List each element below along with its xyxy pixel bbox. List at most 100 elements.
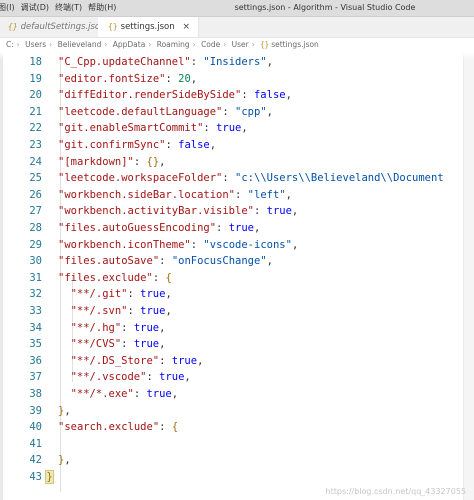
- code-line[interactable]: 32 "**/.git": true,: [0, 286, 474, 302]
- chevron-right-icon: ›: [16, 40, 20, 49]
- line-number: 43: [29, 471, 42, 483]
- breadcrumb-item[interactable]: Code: [201, 40, 220, 49]
- code-token: ,: [171, 388, 179, 400]
- code-line[interactable]: 19 "editor.fontSize": 20,: [0, 71, 474, 87]
- line-number: 23: [29, 139, 42, 151]
- code-token: :: [190, 238, 204, 251]
- code-token: "leetcode.defaultLanguage": [58, 105, 223, 118]
- code-line[interactable]: 21 "leetcode.defaultLanguage": "cpp",: [0, 104, 474, 120]
- code-line[interactable]: 30 "files.autoSave": "onFocusChange",: [0, 253, 474, 269]
- code-text: "leetcode.defaultLanguage": "cpp",: [58, 104, 273, 120]
- code-token: ,: [159, 338, 166, 351]
- code-token: :: [121, 338, 134, 351]
- code-token: ,: [266, 255, 273, 268]
- code-token: false: [178, 139, 210, 151]
- code-token: ,: [165, 305, 172, 317]
- code-token: true: [133, 338, 160, 351]
- code-line[interactable]: 42},: [0, 452, 474, 468]
- close-icon[interactable]: ×: [182, 17, 190, 37]
- tab-bar: {} defaultSettings.json {} settings.json ×: [0, 17, 474, 38]
- code-line[interactable]: 33 "**/.svn": true,: [0, 303, 474, 319]
- code-token: "**/.svn": [70, 305, 128, 317]
- code-text: },: [58, 452, 71, 468]
- code-line[interactable]: 41: [0, 436, 474, 452]
- code-token: true: [140, 288, 166, 301]
- code-line[interactable]: 43}: [0, 469, 474, 485]
- breadcrumb-item[interactable]: Roaming: [157, 40, 190, 49]
- line-number: 30: [29, 255, 42, 268]
- breadcrumb-item[interactable]: C:: [6, 40, 14, 49]
- line-number: 42: [29, 454, 42, 467]
- code-token: "vscode-icons": [203, 238, 292, 251]
- breadcrumb-item[interactable]: settings.json: [271, 40, 319, 49]
- code-token: "leetcode.workspaceFolder": [58, 172, 223, 185]
- code-editor[interactable]: 18 "C_Cpp.updateChannel": "Insiders", 19 "e…: [0, 52, 474, 500]
- code-token: ,: [165, 288, 172, 301]
- breadcrumb-item[interactable]: AppData: [113, 40, 146, 49]
- code-line[interactable]: 20 "diffEditor.renderSideBySide": false,: [0, 87, 474, 103]
- code-token: ,: [291, 205, 299, 218]
- breadcrumb: C: › Users › Believeland › AppData › Roaming…: [0, 38, 474, 52]
- code-text: "[markdown]": {},: [58, 154, 166, 170]
- chevron-right-icon: ›: [192, 40, 196, 49]
- code-text: "git.enableSmartCommit": true,: [58, 120, 248, 136]
- code-token: ,: [254, 222, 261, 234]
- code-token: ,: [159, 155, 166, 168]
- code-token: "**/CVS": [70, 338, 122, 351]
- line-number: 25: [29, 172, 42, 185]
- code-token: :: [121, 321, 134, 334]
- code-text: "search.exclude": {: [58, 419, 178, 435]
- breadcrumb-item[interactable]: Believeland: [58, 40, 102, 49]
- code-line[interactable]: 39},: [0, 403, 474, 419]
- code-line[interactable]: 27 "workbench.activityBar.visible": true,: [0, 203, 474, 219]
- window-title: settings.json - Algorithm - Visual Studi…: [234, 3, 416, 12]
- tab-default-settings[interactable]: {} defaultSettings.json: [0, 17, 106, 37]
- code-line[interactable]: 37 "**/.vscode": true,: [0, 369, 474, 385]
- code-line[interactable]: 24 "[markdown]": {},: [0, 154, 474, 170]
- tab-settings[interactable]: {} settings.json ×: [98, 17, 199, 37]
- line-number: 33: [29, 305, 42, 317]
- code-text: "**/CVS": true,: [71, 336, 166, 352]
- line-number: 35: [29, 338, 42, 351]
- code-text: "C_Cpp.updateChannel": "Insiders",: [58, 54, 273, 70]
- line-number: 41: [29, 437, 42, 450]
- code-line[interactable]: 31 "files.exclude": {: [0, 270, 474, 286]
- code-token: true: [159, 371, 185, 384]
- code-token: :: [241, 89, 254, 102]
- code-text: "files.autoGuessEncoding": true,: [58, 220, 260, 236]
- code-text: "editor.fontSize": 20,: [58, 71, 197, 87]
- code-token: :: [222, 172, 236, 185]
- code-token: ,: [241, 122, 248, 135]
- code-text: "git.confirmSync": false,: [58, 137, 216, 153]
- line-number: 24: [29, 155, 42, 168]
- code-token: {: [165, 271, 172, 284]
- code-line[interactable]: 26 "workbench.sideBar.location": "left",: [0, 187, 474, 203]
- code-token: "**/.git": [70, 288, 128, 301]
- code-line[interactable]: 35 "**/CVS": true,: [0, 336, 474, 352]
- code-line[interactable]: 22 "git.enableSmartCommit": true,: [0, 120, 474, 136]
- code-token: true: [171, 354, 198, 367]
- code-line[interactable]: 36 "**/.DS_Store": true,: [0, 353, 474, 369]
- code-line[interactable]: 38 "**/*.exe": true,: [0, 386, 474, 402]
- code-token: ,: [285, 188, 292, 201]
- breadcrumb-item[interactable]: Users: [25, 40, 46, 49]
- code-token: ,: [266, 56, 273, 68]
- code-token: "C_Cpp.updateChannel": [58, 56, 191, 68]
- code-token: "workbench.activityBar.visible": [58, 205, 254, 218]
- code-text: "files.exclude": {: [58, 270, 172, 286]
- code-line[interactable]: 25 "leetcode.workspaceFolder": "c:\\Users…: [0, 170, 474, 186]
- code-line[interactable]: 23 "git.confirmSync": false,: [0, 137, 474, 153]
- code-text: "leetcode.workspaceFolder": "c:\\Users\\…: [58, 170, 444, 186]
- code-token: true: [216, 122, 242, 135]
- code-line[interactable]: 40 "search.exclude": {: [0, 419, 474, 435]
- code-line[interactable]: 29 "workbench.iconTheme": "vscode-icons",: [0, 237, 474, 253]
- code-token: :: [222, 105, 236, 118]
- line-number: 36: [29, 354, 42, 367]
- code-line[interactable]: 34 "**/.hg": true,: [0, 320, 474, 336]
- chevron-right-icon: ›: [49, 40, 53, 49]
- code-token: :: [152, 271, 166, 284]
- code-line[interactable]: 18 "C_Cpp.updateChannel": "Insiders",: [0, 54, 474, 70]
- breadcrumb-item[interactable]: User: [232, 40, 249, 49]
- code-line[interactable]: 28 "files.autoGuessEncoding": true,: [0, 220, 474, 236]
- code-token: :: [216, 222, 229, 234]
